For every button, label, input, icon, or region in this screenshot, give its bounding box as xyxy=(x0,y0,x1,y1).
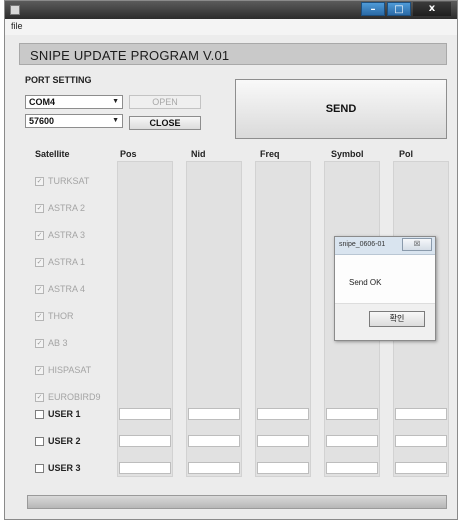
user2-symbol-input[interactable] xyxy=(326,435,378,447)
main-window: – □ x file SNIPE UPDATE PROGRAM V.01 POR… xyxy=(4,0,458,520)
dropdown-arrow-icon: ▼ xyxy=(112,117,119,124)
dialog-message: Send OK xyxy=(349,278,382,287)
app-icon xyxy=(10,5,20,15)
checkbox-icon[interactable]: ✓ xyxy=(35,311,44,321)
close-port-button[interactable]: CLOSE xyxy=(129,116,201,130)
dialog-ok-button[interactable]: 확인 xyxy=(369,311,425,327)
satellite-row-ab-3[interactable]: ✓ AB 3 xyxy=(35,336,68,350)
user-label: USER 2 xyxy=(48,436,81,446)
column-header-pos: Pos xyxy=(120,149,137,159)
port-setting-label: PORT SETTING xyxy=(25,75,92,85)
user2-pol-input[interactable] xyxy=(395,435,447,447)
header-panel: SNIPE UPDATE PROGRAM V.01 xyxy=(19,43,447,65)
open-button[interactable]: OPEN xyxy=(129,95,201,109)
satellite-row-turksat[interactable]: ✓ TURKSAT xyxy=(35,174,89,188)
dialog-title-bar: snipe_0606-01 ☒ xyxy=(335,237,435,255)
satellite-row-eurobird9[interactable]: ✓ EUROBIRD9 xyxy=(35,390,101,404)
satellite-label: TURKSAT xyxy=(48,176,90,186)
column-header-pol: Pol xyxy=(399,149,414,159)
user2-pos-input[interactable] xyxy=(119,435,171,447)
window-controls: – □ x xyxy=(359,2,451,16)
checkbox-icon[interactable]: ✓ xyxy=(35,284,44,294)
satellite-row-hispasat[interactable]: ✓ HISPASAT xyxy=(35,363,91,377)
satellite-label: ASTRA 1 xyxy=(48,257,86,267)
user-row-1[interactable]: USER 1 xyxy=(35,407,81,421)
satellite-label: ASTRA 4 xyxy=(48,284,86,294)
dialog-close-button[interactable]: ☒ xyxy=(402,238,432,251)
satellite-label: ASTRA 2 xyxy=(48,203,86,213)
nid-column-panel xyxy=(186,161,242,477)
checkbox-icon[interactable] xyxy=(35,409,44,419)
satellite-row-astra-4[interactable]: ✓ ASTRA 4 xyxy=(35,282,85,296)
title-bar: – □ x xyxy=(5,1,457,19)
satellite-label: ASTRA 3 xyxy=(48,230,86,240)
close-button[interactable]: x xyxy=(413,2,451,16)
checkbox-icon[interactable]: ✓ xyxy=(35,365,44,375)
menu-file[interactable]: file xyxy=(11,21,23,31)
freq-column-panel xyxy=(255,161,311,477)
minimize-button[interactable]: – xyxy=(361,2,385,16)
satellite-row-astra-2[interactable]: ✓ ASTRA 2 xyxy=(35,201,85,215)
progress-bar xyxy=(27,495,447,509)
satellite-label: HISPASAT xyxy=(48,365,92,375)
column-header-nid: Nid xyxy=(191,149,206,159)
menu-bar: file xyxy=(5,19,457,35)
checkbox-icon[interactable]: ✓ xyxy=(35,338,44,348)
user1-freq-input[interactable] xyxy=(257,408,309,420)
checkbox-icon[interactable]: ✓ xyxy=(35,230,44,240)
satellite-label: THOR xyxy=(48,311,74,321)
pos-column-panel xyxy=(117,161,173,477)
checkbox-icon[interactable] xyxy=(35,436,44,446)
column-header-symbol: Symbol xyxy=(331,149,364,159)
user2-freq-input[interactable] xyxy=(257,435,309,447)
checkbox-icon[interactable]: ✓ xyxy=(35,203,44,213)
checkbox-icon[interactable] xyxy=(35,463,44,473)
satellite-row-thor[interactable]: ✓ THOR xyxy=(35,309,74,323)
send-button[interactable]: SEND xyxy=(235,79,447,139)
checkbox-icon[interactable]: ✓ xyxy=(35,176,44,186)
user3-symbol-input[interactable] xyxy=(326,462,378,474)
satellite-row-astra-1[interactable]: ✓ ASTRA 1 xyxy=(35,255,85,269)
user3-pos-input[interactable] xyxy=(119,462,171,474)
user3-nid-input[interactable] xyxy=(188,462,240,474)
satellite-label: EUROBIRD9 xyxy=(48,392,101,402)
checkbox-icon[interactable]: ✓ xyxy=(35,392,44,402)
port-select-value: COM4 xyxy=(29,97,56,107)
message-dialog: snipe_0606-01 ☒ Send OK 확인 xyxy=(334,236,436,341)
user-row-2[interactable]: USER 2 xyxy=(35,434,81,448)
satellite-row-astra-3[interactable]: ✓ ASTRA 3 xyxy=(35,228,85,242)
port-select[interactable]: COM4 ▼ xyxy=(25,95,123,109)
dialog-title: snipe_0606-01 xyxy=(339,241,386,248)
column-header-freq: Freq xyxy=(260,149,280,159)
maximize-button[interactable]: □ xyxy=(387,2,411,16)
app-title: SNIPE UPDATE PROGRAM V.01 xyxy=(30,48,230,63)
satellite-label: AB 3 xyxy=(48,338,68,348)
user2-nid-input[interactable] xyxy=(188,435,240,447)
baud-select-value: 57600 xyxy=(29,116,55,126)
user1-pol-input[interactable] xyxy=(395,408,447,420)
column-header-satellite: Satellite xyxy=(35,149,70,159)
user-row-3[interactable]: USER 3 xyxy=(35,461,81,475)
user1-nid-input[interactable] xyxy=(188,408,240,420)
checkbox-icon[interactable]: ✓ xyxy=(35,257,44,267)
user1-pos-input[interactable] xyxy=(119,408,171,420)
user3-freq-input[interactable] xyxy=(257,462,309,474)
baud-select[interactable]: 57600 ▼ xyxy=(25,114,123,128)
user-label: USER 1 xyxy=(48,409,81,419)
user1-symbol-input[interactable] xyxy=(326,408,378,420)
dropdown-arrow-icon: ▼ xyxy=(112,98,119,105)
user3-pol-input[interactable] xyxy=(395,462,447,474)
user-label: USER 3 xyxy=(48,463,81,473)
